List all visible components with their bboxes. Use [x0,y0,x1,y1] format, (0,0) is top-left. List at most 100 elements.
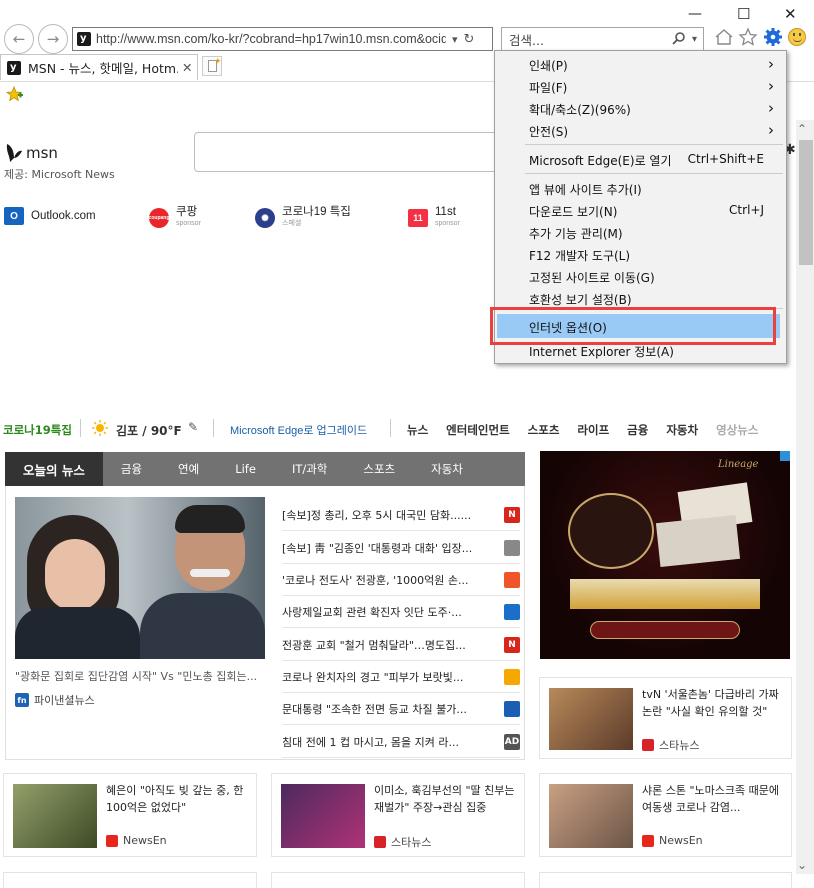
msn-search-input[interactable] [194,132,504,172]
sun-icon [92,420,108,436]
quicklink-11st[interactable]: 11 11st sponsor [408,206,460,229]
headline-item[interactable]: 문대통령 "조속한 전면 등교 차질 불가... [282,693,520,725]
bottom-card-1-source: NewsEn [106,834,167,847]
topnav-news[interactable]: 뉴스 [407,422,428,438]
msn-favicon-icon: y [77,32,91,46]
headline-text: '코로나 전도사' 전광훈, '1000억원 손... [282,573,469,587]
headline-text: [속보] 靑 "김종인 '대통령과 대화' 입장... [282,541,473,555]
menu-item-6[interactable]: 앱 뷰에 사이트 추가(I) [529,181,642,198]
weather-text[interactable]: 김포 / 90°F [116,422,182,439]
topnav-sports[interactable]: 스포츠 [528,422,560,438]
top-nav: 뉴스 엔터테인먼트 스포츠 라이프 금융 자동차 영상뉴스 [407,422,776,438]
topnav-entertainment[interactable]: 엔터테인먼트 [446,422,509,438]
bottom-card-3-source: NewsEn [642,834,703,847]
headline-source-icon [504,668,520,685]
search-placeholder: 검색... [509,32,544,48]
topnav-autos[interactable]: 자동차 [666,422,698,438]
menu-item-3[interactable]: 확대/축소(Z)(96%) [529,101,631,118]
topnav-video[interactable]: 영상뉴스 [716,422,758,438]
browser-window: — ☐ ✕ ← → y http://www.msn.com/ko-kr/?co… [0,0,814,888]
home-icon[interactable] [714,28,734,49]
dropdown-arrow-icon[interactable]: ▾ [452,33,458,46]
hero-source[interactable]: fn 파이낸셜뉴스 [15,692,95,708]
hero-caption[interactable]: "광화문 집회로 집단감염 시작" Vs "민노총 집회는... [15,668,265,684]
address-bar[interactable]: y http://www.msn.com/ko-kr/?cobrand=hp17… [72,27,493,51]
menu-item-11[interactable]: 호환성 보기 설정(B) [529,291,632,308]
quicklink-coupang[interactable]: coupang 쿠팡 sponsor [149,206,201,229]
scroll-down-icon[interactable]: ⌄ [797,858,807,872]
bottom-card-2-thumbnail [281,784,365,848]
tab-msn[interactable]: y MSN - 뉴스, 핫메일, Hotm... ✕ [0,54,198,80]
add-favorite-icon[interactable] [5,85,24,105]
bottom-card-3[interactable]: 샤론 스톤 "노마스크족 때문에 여동생 코로나 감염... NewsEn [539,773,792,857]
favorites-star-icon[interactable] [738,27,758,50]
bottom-card-2-caption: 이미소, 훅김부선의 "딸 친부는 재벌가" 주장→관심 집중 [374,784,515,814]
topnav-finance[interactable]: 금융 [627,422,648,438]
bottom-card-2[interactable]: 이미소, 훅김부선의 "딸 친부는 재벌가" 주장→관심 집중 스타뉴스 [271,773,525,857]
menu-item-13[interactable]: Internet Explorer 정보(A) [529,343,674,360]
quicklink-outlook[interactable]: O Outlook.com [4,207,96,225]
hero-news-image[interactable] [15,497,265,659]
bottom-card-3-thumbnail [549,784,633,848]
bottom-card-1[interactable]: 혜은이 "아직도 빚 갚는 중, 한 100억은 없었다" NewsEn [3,773,257,857]
tab-sports[interactable]: 스포츠 [345,452,413,486]
refresh-icon[interactable]: ↻ [464,32,475,47]
pencil-icon[interactable]: ✎ [188,420,198,434]
ad-info-icon[interactable] [780,451,790,461]
topnav-life[interactable]: 라이프 [577,422,609,438]
close-button[interactable]: ✕ [784,5,797,23]
edge-upgrade-link[interactable]: Microsoft Edge로 업그레이드 [230,422,367,438]
advertisement-banner[interactable]: Lineage [540,451,790,659]
right-news-card[interactable]: tvN '서울촌놈' 다급바리 가짜 논란 "사실 확인 유의할 것" 스타뉴스 [539,677,792,759]
gear-icon[interactable] [763,27,783,50]
headline-item[interactable]: '코로나 전도사' 전광훈, '1000억원 손... [282,564,520,596]
menu-shortcut: Ctrl+Shift+E [687,152,764,166]
menu-item-9[interactable]: F12 개발자 도구(L) [529,247,630,264]
tab-today-news[interactable]: 오늘의 뉴스 [5,452,103,486]
tab-close-icon[interactable]: ✕ [182,60,192,75]
forward-button[interactable]: → [38,24,68,54]
tab-entertainment[interactable]: 연예 [160,452,217,486]
submenu-arrow-icon: › [768,77,774,95]
headline-item[interactable]: 전광훈 교회 "철거 멈춰달라"…명도집... N [282,629,520,661]
headline-text: 침대 전에 1 컵 마시고, 몸을 지켜 라... [282,735,460,749]
headline-item[interactable]: [속보] 靑 "김종인 '대통령과 대화' 입장... [282,532,520,564]
new-tab-button[interactable]: ✦ [202,56,222,76]
headline-item[interactable]: 사랑제일교회 관련 확진자 잇단 도주·... [282,596,520,628]
headline-source-icon: N [504,636,520,653]
minimize-button[interactable]: — [688,6,702,22]
tab-favicon-icon: y [7,60,21,75]
msn-logo[interactable]: msn [4,142,58,164]
menu-item-8[interactable]: 추가 기능 관리(M) [529,225,623,242]
menu-item-7[interactable]: 다운로드 보기(N) [529,203,617,220]
headline-item[interactable]: 침대 전에 1 컵 마시고, 몸을 지켜 라... AD [282,726,520,758]
right-card-thumbnail [549,688,633,750]
tab-life[interactable]: Life [217,452,274,486]
quicklink-covid[interactable]: ✺ 코로나19 특집 스페셜 [255,206,351,229]
11st-icon: 11 [408,209,428,227]
search-icon[interactable] [672,31,686,48]
back-button[interactable]: ← [4,24,34,54]
tab-autos[interactable]: 자동차 [413,452,481,486]
headline-item[interactable]: 코로나 완치자의 경고 "피부가 보랏빛... [282,661,520,693]
msn-butterfly-icon [6,144,22,162]
scrollbar-thumb[interactable] [799,140,813,265]
menu-shortcut: Ctrl+J [729,203,764,217]
menu-item-4[interactable]: 안전(S) [529,123,568,140]
smiley-feedback-icon[interactable] [788,28,806,46]
address-text[interactable]: http://www.msn.com/ko-kr/?cobrand=hp17wi… [96,32,446,46]
search-box[interactable]: 검색... ▾ [501,27,704,51]
submenu-arrow-icon: › [768,121,774,139]
headline-item[interactable]: [속보]정 총리, 오후 5시 대국민 담화...... N [282,499,520,531]
tab-finance[interactable]: 금융 [103,452,160,486]
tab-it-science[interactable]: IT/과학 [274,452,345,486]
menu-item-2[interactable]: 파일(F) [529,79,567,96]
covid-link[interactable]: 코로나19특집 [3,422,72,438]
scroll-up-icon[interactable]: ⌃ [797,122,807,136]
menu-item-1[interactable]: 인쇄(P) [529,57,568,74]
search-dropdown-icon[interactable]: ▾ [692,34,697,45]
maximize-button[interactable]: ☐ [737,5,750,23]
menu-item-10[interactable]: 고정된 사이트로 이동(G) [529,269,655,286]
menu-item-5[interactable]: Microsoft Edge(E)로 열기 [529,152,672,169]
news-tabs: 오늘의 뉴스 금융 연예 Life IT/과학 스포츠 자동차 [5,452,525,486]
